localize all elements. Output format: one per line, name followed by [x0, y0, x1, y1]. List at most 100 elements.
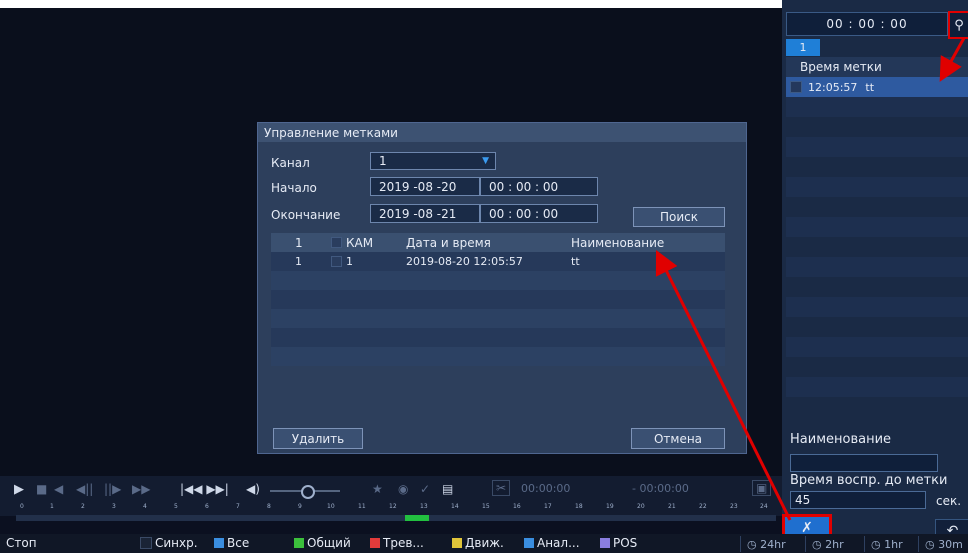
empty-mark-row: [786, 317, 968, 337]
empty-mark-row: [786, 297, 968, 317]
timeline-tick: 2: [81, 503, 85, 510]
top-border-strip: [0, 0, 782, 8]
time-search-field[interactable]: 00 : 00 : 00: [786, 12, 948, 36]
empty-mark-row: [786, 217, 968, 237]
all-filter-toggle[interactable]: Все: [214, 536, 249, 550]
snapshot-icon[interactable]: ◉: [398, 482, 408, 496]
column-header-datetime: Дата и время: [406, 235, 491, 250]
search-marks-button[interactable]: ⚲: [948, 11, 968, 39]
timeline-tick: 11: [358, 503, 366, 510]
pre-play-time-label: Время воспр. до метки: [790, 473, 948, 488]
channel-tab-1[interactable]: 1: [786, 39, 820, 56]
timeline-tick: 21: [668, 503, 676, 510]
timeline-tick: 19: [606, 503, 614, 510]
volume-slider-handle[interactable]: [301, 485, 315, 499]
digital-zoom-icon[interactable]: ★: [372, 482, 383, 496]
sync-checkbox[interactable]: [140, 537, 152, 549]
frame-back-icon[interactable]: ◀||: [76, 482, 93, 496]
mark-checkbox[interactable]: [790, 81, 802, 93]
row-name: tt: [571, 255, 580, 268]
timeline-tick: 13: [420, 503, 428, 510]
record-list-icon[interactable]: ▤: [442, 482, 453, 496]
end-time-field[interactable]: 00 : 00 : 00: [480, 204, 598, 223]
empty-mark-row: [786, 117, 968, 137]
playback-state: Стоп: [6, 536, 37, 550]
cancel-button[interactable]: Отмена: [631, 428, 725, 449]
search-icon: ⚲: [954, 17, 964, 33]
marks-table: 1 КАМ Дата и время Наименование 1 1 2019…: [271, 233, 725, 366]
filter-label: POS: [613, 536, 638, 550]
filter-alarm[interactable]: Трев...: [370, 536, 424, 550]
mark-name-label: Наименование: [790, 432, 892, 447]
search-button[interactable]: Поиск: [633, 207, 725, 227]
skip-prev-next-icon[interactable]: |◀◀ ▶▶|: [180, 482, 229, 496]
timeline-tick: 8: [267, 503, 271, 510]
empty-mark-row: [786, 397, 968, 417]
clip-start-time: 00:00:00: [521, 482, 571, 495]
reverse-play-icon[interactable]: ◀: [54, 482, 63, 496]
filter-analytics[interactable]: Анал...: [524, 536, 580, 550]
zoom-24hr-button[interactable]: ◷ 24hr: [740, 536, 786, 552]
empty-table-row: [271, 271, 725, 290]
start-time-field[interactable]: 00 : 00 : 00: [480, 177, 598, 196]
filter-pos[interactable]: POS: [600, 536, 637, 550]
zoom-label: 1hr: [884, 537, 903, 551]
save-clip-icon[interactable]: ▣: [752, 480, 772, 496]
tag-icon[interactable]: ✓: [420, 482, 430, 496]
empty-table-row: [271, 290, 725, 309]
mark-name-input[interactable]: [790, 454, 938, 472]
frame-forward-icon[interactable]: ||▶: [104, 482, 121, 496]
start-date-field[interactable]: 2019 -08 -20: [370, 177, 480, 196]
mark-name: tt: [865, 80, 875, 94]
timeline-tick: 5: [174, 503, 178, 510]
status-bar: Стоп Синхр. Все Общий Трев... Движ. Анал…: [0, 534, 968, 553]
timeline-tick: 17: [544, 503, 552, 510]
recording-segment[interactable]: [405, 515, 429, 521]
stop-icon[interactable]: ■: [36, 482, 47, 496]
playback-timeline[interactable]: 0 1 2 3 4 5 6 7 8 9 10 11 12 13 14 15 16…: [8, 503, 776, 522]
empty-mark-row: [786, 197, 968, 217]
clip-icon[interactable]: ✂: [492, 480, 511, 496]
filter-color-swatch: [370, 538, 380, 548]
table-row[interactable]: 1 1 2019-08-20 12:05:57 tt: [271, 252, 725, 271]
timeline-track[interactable]: [16, 515, 776, 521]
volume-icon[interactable]: ◀): [246, 482, 260, 496]
sync-toggle[interactable]: Синхр.: [140, 536, 198, 550]
column-header-name: Наименование: [571, 235, 665, 250]
filter-label: Анал...: [537, 536, 580, 550]
timeline-tick: 7: [236, 503, 240, 510]
zoom-label: 24hr: [760, 537, 786, 551]
zoom-1hr-button[interactable]: ◷ 1hr: [864, 536, 903, 552]
timeline-tick: 22: [699, 503, 707, 510]
mark-list-item[interactable]: 12:05:57 tt: [786, 77, 968, 97]
pre-play-time-input[interactable]: 45: [790, 491, 926, 509]
zoom-30m-button[interactable]: ◷ 30m: [918, 536, 963, 552]
mark-list-header: Время метки: [786, 57, 968, 77]
delete-button[interactable]: Удалить: [273, 428, 363, 449]
empty-mark-row: [786, 377, 968, 397]
row-checkbox[interactable]: [331, 256, 342, 267]
filter-color-swatch: [600, 538, 610, 548]
row-cam-value: 1: [346, 255, 353, 268]
channel-select[interactable]: 1 ▼: [370, 152, 496, 170]
seconds-unit-label: сек.: [936, 494, 962, 508]
filter-motion[interactable]: Движ.: [452, 536, 504, 550]
play-icon[interactable]: ▶: [14, 482, 24, 497]
end-date-field[interactable]: 2019 -08 -21: [370, 204, 480, 223]
slow-forward-icon[interactable]: ▶▶: [132, 482, 150, 496]
empty-mark-row: [786, 337, 968, 357]
channel-value: 1: [379, 154, 387, 168]
filter-label: Движ.: [465, 536, 504, 550]
timeline-tick: 16: [513, 503, 521, 510]
select-all-checkbox[interactable]: [331, 237, 342, 248]
empty-mark-row: [786, 357, 968, 377]
mark-management-dialog: Управление метками Канал 1 ▼ Начало 2019…: [257, 122, 747, 454]
empty-table-row: [271, 347, 725, 366]
all-checkbox[interactable]: [214, 538, 224, 548]
zoom-label: 30m: [938, 537, 963, 551]
end-label: Окончание: [271, 208, 341, 222]
cam-header-text: КАМ: [346, 235, 374, 250]
empty-mark-row: [786, 157, 968, 177]
filter-general[interactable]: Общий: [294, 536, 351, 550]
zoom-2hr-button[interactable]: ◷ 2hr: [805, 536, 844, 552]
